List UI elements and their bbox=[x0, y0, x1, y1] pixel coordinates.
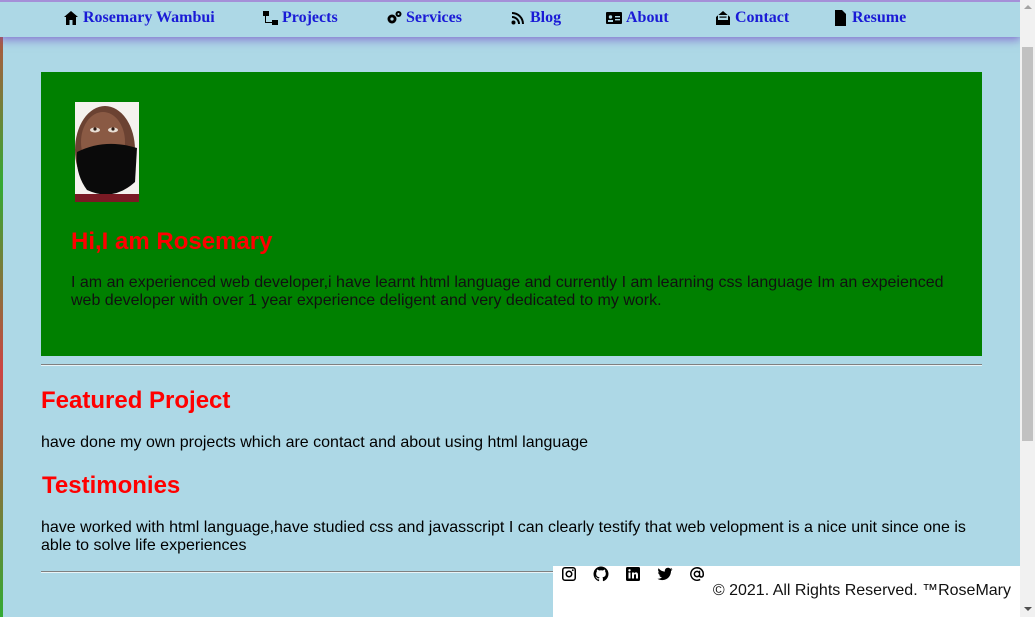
hero-description: I am an experienced web developer,i have… bbox=[71, 274, 944, 309]
blog-icon bbox=[511, 12, 524, 25]
nav-blog-link[interactable]: Blog bbox=[510, 8, 561, 28]
linkedin-icon[interactable] bbox=[625, 566, 641, 582]
nav-resume-label: Resume bbox=[852, 9, 907, 26]
top-nav: Rosemary Wambui Projects Services Blog A… bbox=[0, 0, 1020, 37]
nav-about-label: About bbox=[626, 9, 669, 26]
copyright-text: © 2021. All Rights Reserved. ™RoseMary bbox=[712, 582, 1011, 599]
nav-home-link[interactable]: Rosemary Wambui bbox=[63, 8, 215, 28]
nav-home-label: Rosemary Wambui bbox=[83, 9, 215, 26]
testimonies-text: have worked with html language,have stud… bbox=[41, 519, 966, 554]
divider bbox=[41, 364, 982, 366]
nav-services-link[interactable]: Services bbox=[386, 8, 462, 28]
featured-project-heading: Featured Project bbox=[41, 387, 231, 414]
hero-title: Hi,I am Rosemary bbox=[71, 228, 273, 255]
scroll-thumb[interactable] bbox=[1022, 47, 1033, 441]
github-icon[interactable] bbox=[593, 566, 609, 582]
divider bbox=[41, 571, 561, 573]
nav-contact-label: Contact bbox=[735, 9, 790, 26]
id-card-icon bbox=[606, 12, 622, 24]
twitter-icon[interactable] bbox=[657, 566, 673, 582]
scroll-up-button[interactable] bbox=[1020, 0, 1035, 15]
nav-blog-label: Blog bbox=[530, 9, 562, 26]
instagram-icon[interactable] bbox=[561, 566, 577, 582]
profile-photo-drawing bbox=[75, 102, 139, 202]
vertical-scrollbar[interactable] bbox=[1020, 0, 1035, 617]
hero-section: Hi,I am Rosemary I am an experienced web… bbox=[41, 72, 982, 356]
profile-photo bbox=[75, 102, 139, 202]
nav-services-label: Services bbox=[406, 9, 462, 26]
nav-contact-link[interactable]: Contact bbox=[715, 8, 789, 28]
nav-projects-label: Projects bbox=[282, 9, 338, 26]
file-icon bbox=[835, 10, 846, 26]
sitemap-icon bbox=[263, 11, 278, 25]
envelope-open-icon bbox=[716, 11, 730, 25]
social-links bbox=[561, 566, 705, 582]
nav-resume-link[interactable]: Resume bbox=[832, 8, 906, 28]
featured-project-text: have done my own projects which are cont… bbox=[41, 434, 589, 451]
nav-projects-link[interactable]: Projects bbox=[262, 8, 338, 28]
testimonies-heading: Testimonies bbox=[42, 472, 181, 499]
scroll-down-button[interactable] bbox=[1020, 602, 1035, 617]
nav-about-link[interactable]: About bbox=[606, 8, 669, 28]
gears-icon bbox=[387, 11, 402, 24]
at-icon[interactable] bbox=[689, 566, 705, 582]
home-icon bbox=[64, 11, 78, 25]
footer: © 2021. All Rights Reserved. ™RoseMary bbox=[553, 566, 1020, 617]
page-edge bbox=[0, 0, 3, 617]
